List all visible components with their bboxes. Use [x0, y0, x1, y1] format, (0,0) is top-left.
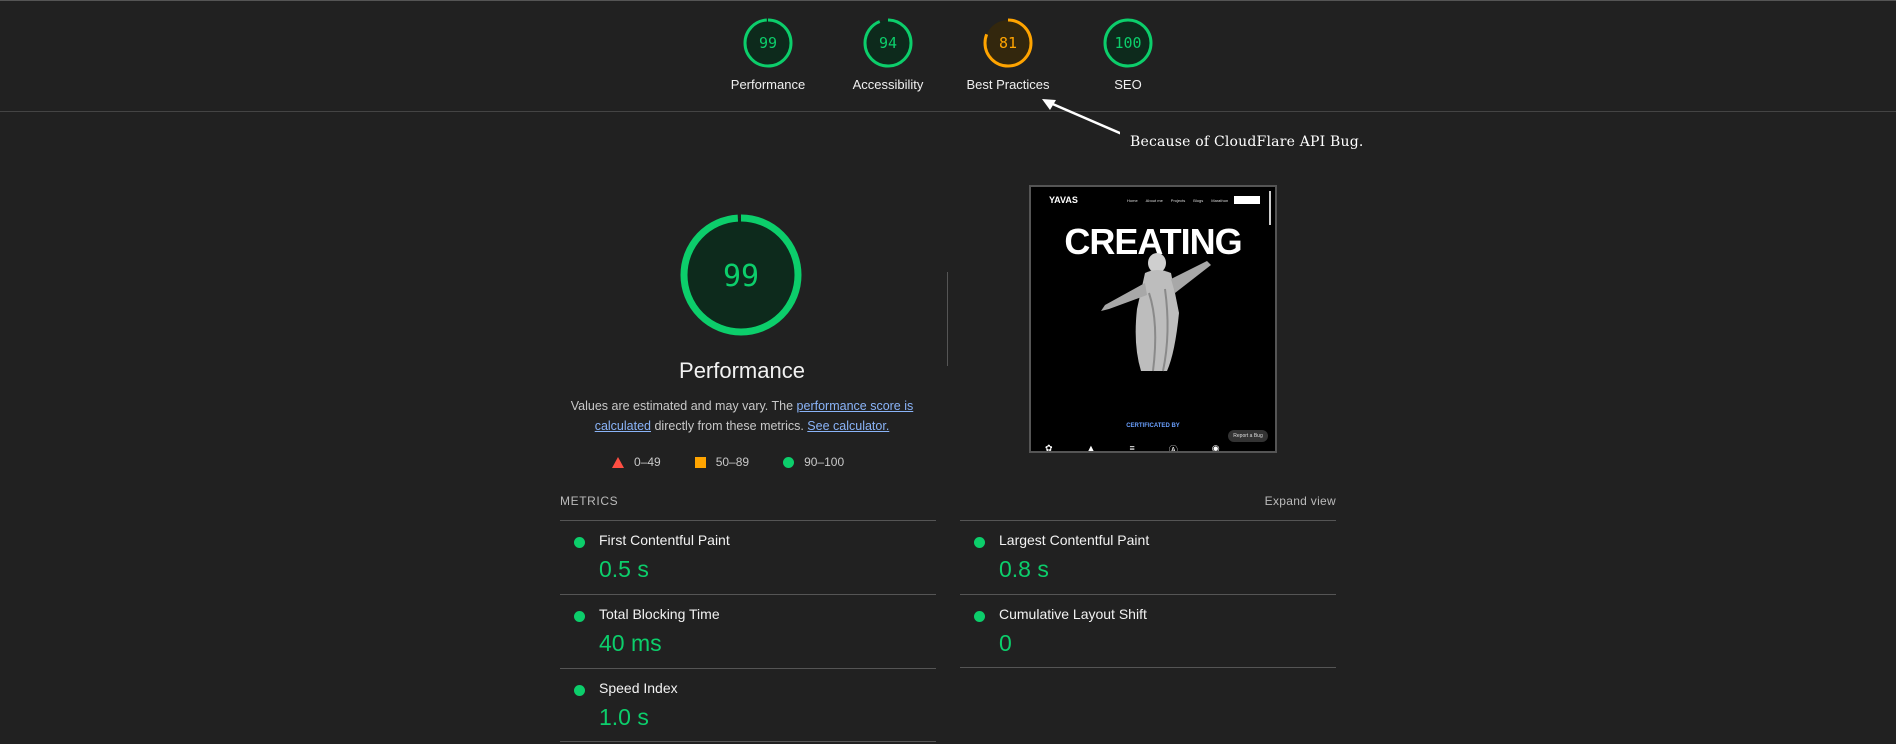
legend-fail: 0–49 — [612, 455, 661, 469]
performance-gauge-large: 99 — [680, 214, 802, 336]
desc-text: directly from these metrics. — [651, 419, 808, 433]
gauge-label: Best Practices — [966, 77, 1050, 92]
gauge-seo[interactable]: 100 SEO — [1068, 17, 1188, 92]
annotation-note: Because of CloudFlare API Bug. — [1130, 134, 1364, 150]
metric-name: Total Blocking Time — [599, 606, 720, 622]
metric-value: 0 — [999, 630, 1012, 656]
logo-icon: ✿ — [1045, 443, 1053, 453]
thumb-cta — [1234, 196, 1260, 204]
gauge-ring: 94 — [863, 18, 913, 68]
gauge-label: Performance — [730, 77, 806, 92]
square-icon — [694, 456, 706, 468]
metric-name: Largest Contentful Paint — [999, 532, 1150, 548]
thumb-nav-item: Blogs — [1193, 198, 1204, 203]
gauge-ring: 81 — [983, 18, 1033, 68]
metric-cumulative-layout-shift: Cumulative Layout Shift 0 — [960, 594, 1336, 668]
gauge-label: Accessibility — [852, 77, 924, 92]
logo-icon: ▲ — [1086, 443, 1096, 453]
gauge-accessibility[interactable]: 94 Accessibility — [828, 17, 948, 92]
statue-image — [1101, 253, 1211, 372]
thumb-report-bug: Report a Bug — [1228, 430, 1268, 442]
gauge-score: 100 — [1114, 34, 1141, 52]
thumb-certificated: CERTIFICATED BY — [1126, 423, 1180, 429]
gauge-ring: 100 — [1103, 18, 1153, 68]
divider — [960, 667, 1336, 668]
divider — [560, 741, 936, 742]
divider — [947, 272, 948, 366]
metric-name: Speed Index — [599, 680, 678, 696]
pass-circle-icon — [974, 537, 985, 548]
metrics-title: METRICS — [560, 494, 619, 508]
legend-label: 0–49 — [634, 455, 661, 469]
thumb-nav-links: Home About me Projects Blogs Marathon — [1127, 198, 1228, 203]
legend-label: 90–100 — [804, 455, 845, 469]
thumb-nav-item: Home — [1127, 198, 1138, 203]
performance-title: Performance — [679, 358, 805, 383]
final-screenshot-thumbnail[interactable]: YAVAS Home About me Projects Blogs Marat… — [1029, 185, 1277, 453]
logo-icon: ≡ — [1129, 443, 1135, 453]
metric-total-blocking-time: Total Blocking Time 40 ms — [560, 594, 936, 668]
circle-icon — [783, 456, 795, 468]
performance-description: Values are estimated and may vary. The p… — [560, 396, 924, 436]
legend-average: 50–89 — [694, 455, 750, 469]
pass-circle-icon — [974, 611, 985, 622]
desc-text: Values are estimated and may vary. The — [570, 399, 797, 413]
metric-first-contentful-paint: First Contentful Paint 0.5 s — [560, 520, 936, 594]
legend-pass: 90–100 — [783, 455, 844, 469]
pass-circle-icon — [574, 611, 585, 622]
metric-value: 40 ms — [599, 630, 662, 656]
metric-largest-contentful-paint: Largest Contentful Paint 0.8 s — [960, 520, 1336, 594]
gauge-performance[interactable]: 99 Performance — [708, 17, 828, 92]
annotation-arrow-icon — [1042, 99, 1120, 135]
category-scores-bar: 99 Performance 94 Accessibility 81 Best … — [0, 0, 1896, 112]
gauge-best-practices[interactable]: 81 Best Practices — [948, 17, 1068, 92]
performance-score: 99 — [723, 259, 759, 294]
logo-icon: Ⓐ — [1168, 445, 1178, 453]
expand-view-button[interactable]: Expand view — [1265, 494, 1336, 508]
score-legend: 0–49 50–89 90–100 — [612, 455, 844, 469]
thumb-nav-item: Marathon — [1211, 198, 1229, 203]
metrics-header: METRICS Expand view — [560, 494, 1336, 508]
thumb-nav-item: About me — [1145, 198, 1163, 203]
logo-icon: ◉ — [1211, 443, 1220, 453]
thumb-logos: ✿ ▲ ≡ Ⓐ ◉ — [1045, 443, 1220, 453]
triangle-icon — [612, 456, 624, 468]
thumb-logo: YAVAS — [1049, 195, 1078, 205]
pass-circle-icon — [574, 537, 585, 548]
legend-label: 50–89 — [715, 455, 750, 469]
metric-name: Cumulative Layout Shift — [999, 606, 1147, 622]
see-calculator-link[interactable]: See calculator. — [807, 419, 889, 433]
metric-value: 0.8 s — [999, 556, 1049, 582]
gauge-label: SEO — [1114, 77, 1142, 92]
thumb-scrollbar — [1269, 191, 1271, 225]
thumb-nav: YAVAS Home About me Projects Blogs Marat… — [1031, 187, 1275, 209]
pass-circle-icon — [574, 685, 585, 696]
metric-value: 1.0 s — [599, 704, 649, 730]
gauge-score: 81 — [999, 34, 1017, 52]
thumb-nav-item: Projects — [1170, 198, 1186, 203]
metric-value: 0.5 s — [599, 556, 649, 582]
gauge-score: 99 — [759, 34, 777, 52]
gauge-score: 94 — [879, 34, 897, 52]
metric-speed-index: Speed Index 1.0 s — [560, 668, 936, 742]
gauge-ring: 99 — [743, 18, 793, 68]
metric-name: First Contentful Paint — [599, 532, 730, 548]
